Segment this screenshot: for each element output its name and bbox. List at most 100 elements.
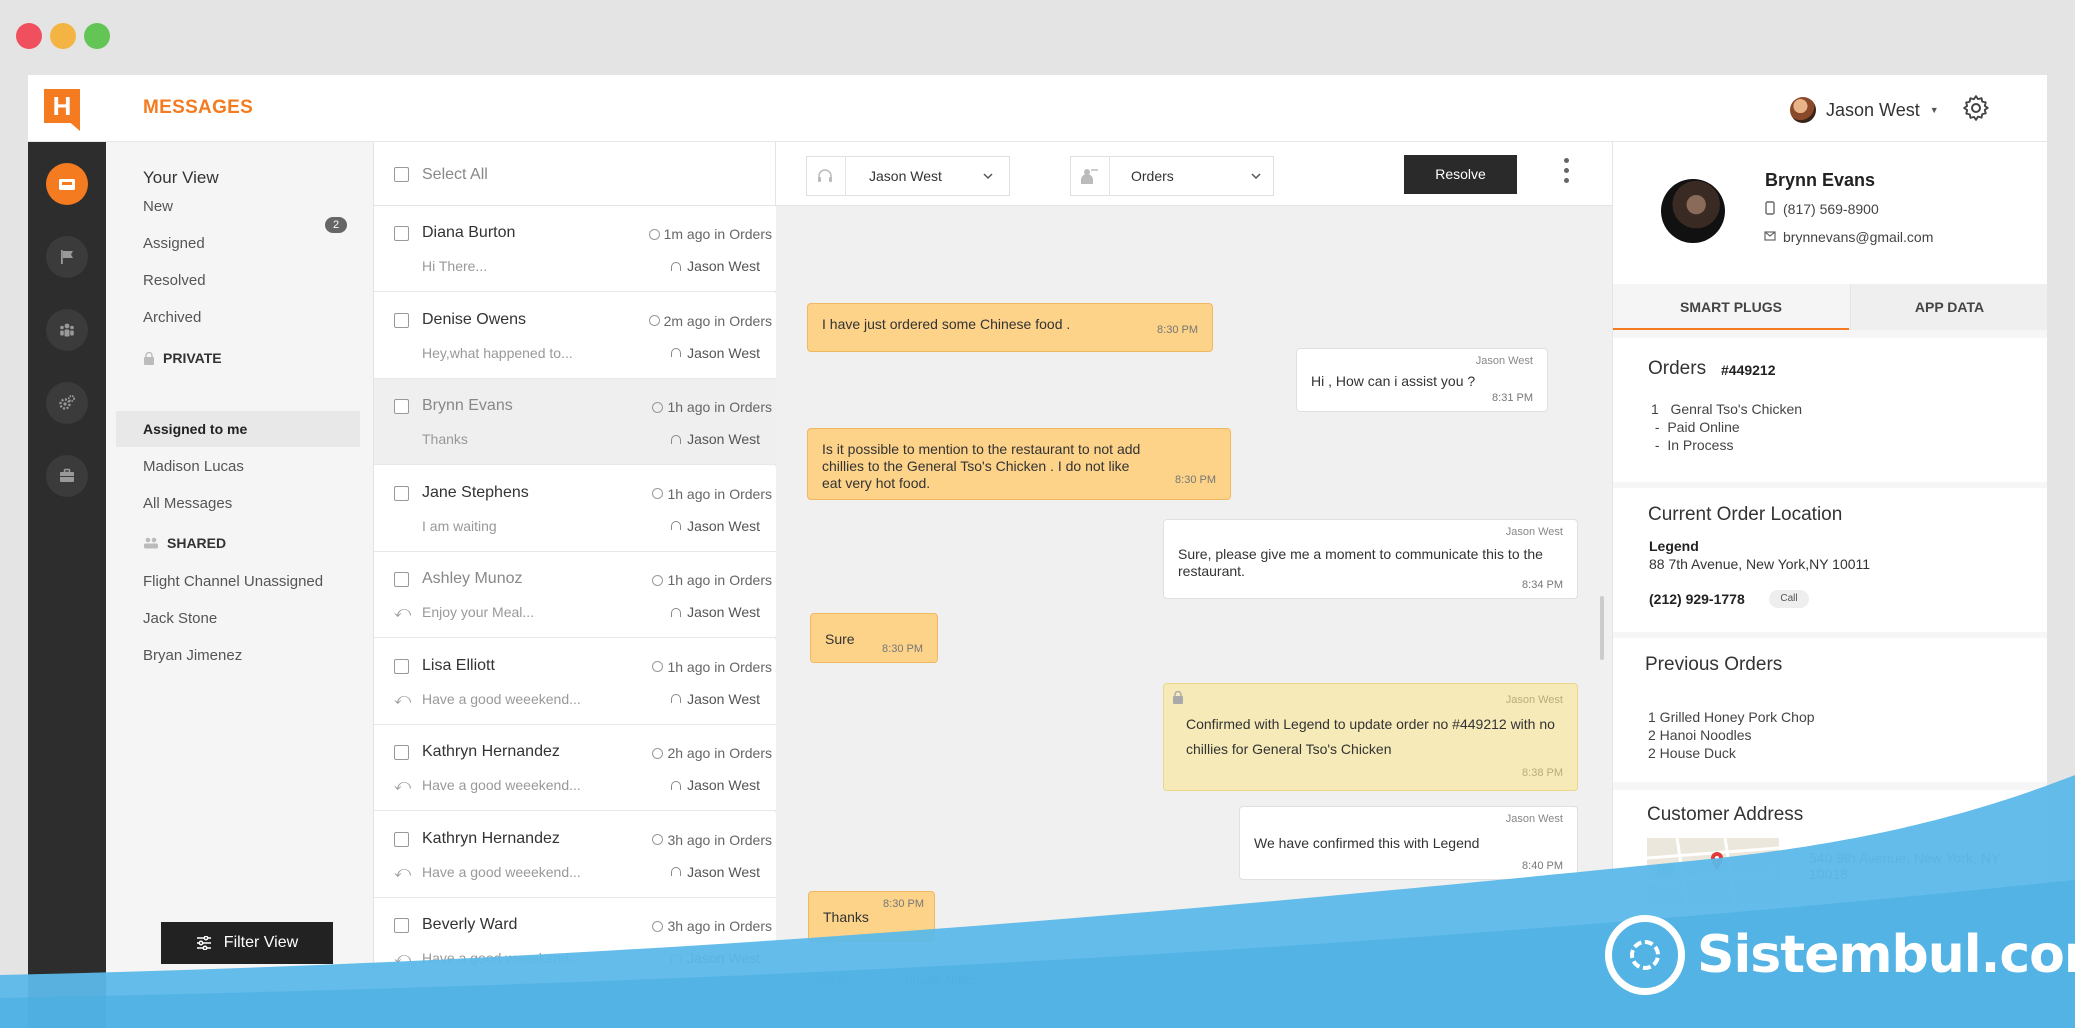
- row-checkbox[interactable]: [394, 745, 409, 760]
- conversation-row[interactable]: Jane Stephens I am waiting 1h ago in Orders J…: [374, 465, 776, 552]
- time-info: 1h ago in Orders: [652, 399, 772, 415]
- select-all-label[interactable]: Select All: [422, 166, 488, 184]
- conversation-row[interactable]: Brynn Evans Thanks 1h ago in Orders Jason Wes…: [374, 379, 776, 465]
- message-author: Jason West: [1475, 355, 1533, 367]
- message-preview: I am waiting: [422, 517, 497, 534]
- row-checkbox[interactable]: [394, 831, 409, 847]
- minimize-dot[interactable]: [50, 23, 76, 49]
- row-checkbox[interactable]: [394, 485, 409, 501]
- headset-icon: [671, 434, 682, 444]
- message-preview: Have a good weeekend...: [422, 690, 581, 707]
- sidebar-item-all-messages[interactable]: All Messages: [143, 495, 232, 512]
- sidebar-item-assigned[interactable]: Assigned: [143, 235, 205, 252]
- conversation-row[interactable]: Ashley Munoz ⤺ Enjoy your Meal... 1h ago in O…: [374, 552, 776, 638]
- message-time: 8:38 PM: [1522, 767, 1563, 779]
- row-checkbox[interactable]: [394, 226, 409, 241]
- lock-icon: [144, 351, 154, 365]
- briefcase-icon[interactable]: [46, 455, 88, 497]
- customer-card: Brynn Evans (817) 569-8900 brynnevans@gm…: [1613, 142, 2047, 284]
- restaurant-address: 88 7th Avenue, New York,NY 10011: [1649, 556, 1871, 572]
- agent-name: Jason West: [687, 258, 760, 274]
- time-ago: 3h ago: [667, 831, 711, 848]
- row-checkbox[interactable]: [394, 918, 409, 933]
- conversation-row[interactable]: Denise Owens Hey,what happened to... 2m ag…: [374, 292, 776, 379]
- tab-smart-plugs[interactable]: SMART PLUGS: [1613, 284, 1849, 330]
- user-name: Jason West: [1826, 99, 1920, 120]
- maximize-dot[interactable]: [84, 23, 110, 49]
- clock-icon: [652, 747, 664, 759]
- team-icon[interactable]: [46, 309, 88, 351]
- in-label: in: [714, 485, 726, 502]
- sidebar-item-flight-channel[interactable]: Flight Channel Unassigned: [143, 573, 323, 590]
- message-text: Sure: [825, 631, 855, 647]
- row-checkbox[interactable]: [394, 658, 409, 674]
- call-button[interactable]: Call: [1769, 590, 1809, 608]
- clock-icon: [652, 920, 664, 932]
- resolve-button[interactable]: Resolve: [1404, 155, 1517, 194]
- conversation-row[interactable]: Lisa Elliott ⤺ Have a good weeekend... 1h a…: [374, 638, 776, 725]
- private-label: PRIVATE: [163, 350, 222, 366]
- order-location-card: Current Order Location Legend 88 7th Ave…: [1613, 488, 2047, 632]
- inbox-icon[interactable]: [46, 163, 88, 205]
- order-line: - Paid Online: [1651, 419, 1740, 435]
- close-dot[interactable]: [16, 23, 42, 49]
- channel-select[interactable]: Orders: [1070, 156, 1274, 196]
- time-ago: 2m ago: [663, 312, 711, 329]
- icon-nav: [28, 142, 106, 1028]
- assigned-agent: Jason West: [671, 345, 760, 361]
- chevron-down-icon: [1251, 173, 1261, 180]
- gear-icon[interactable]: [1961, 93, 1991, 123]
- sidebar-item-bryan-jimenez[interactable]: Bryan Jimenez: [143, 647, 242, 664]
- clock-icon: [652, 488, 664, 499]
- message-agent: Jason West Hi , How can i assist you ? 8…: [1296, 348, 1548, 412]
- contact-name: Ashley Munoz: [422, 570, 523, 587]
- filter-view-label: Filter View: [223, 934, 299, 951]
- assigned-agent: Jason West: [671, 604, 760, 620]
- customer-avatar: [1661, 179, 1725, 243]
- message-preview: Enjoy your Meal...: [422, 604, 535, 620]
- filter-view-button[interactable]: Filter View: [161, 922, 333, 964]
- more-options-icon[interactable]: [1564, 158, 1570, 188]
- flag-icon[interactable]: [46, 236, 88, 278]
- select-all-checkbox[interactable]: [394, 167, 409, 182]
- channel-name: Orders: [729, 312, 772, 329]
- headset-icon: [671, 953, 682, 963]
- tab-app-data[interactable]: APP DATA: [1850, 284, 2047, 330]
- agent-select[interactable]: Jason West: [806, 156, 1010, 196]
- time-info: 3h ago in Orders: [652, 918, 772, 934]
- headset-icon: [671, 867, 682, 876]
- headset-icon: [671, 348, 682, 357]
- row-checkbox[interactable]: [394, 572, 409, 587]
- previous-order: 1 Grilled Honey Pork Chop: [1648, 709, 1815, 725]
- agent-name: Jason West: [687, 950, 760, 966]
- contact-name: Diana Burton: [422, 224, 516, 241]
- panel-tabs: SMART PLUGS APP DATA: [1613, 284, 2047, 330]
- sidebar-item-madison-lucas[interactable]: Madison Lucas: [143, 458, 244, 475]
- sidebar-item-resolved[interactable]: Resolved: [143, 272, 206, 289]
- contact-name: Jane Stephens: [422, 483, 529, 501]
- conversation-row[interactable]: Diana Burton Hi There... 1m ago in Orders Jas…: [374, 206, 776, 292]
- tab-reply[interactable]: Reply: [816, 973, 847, 987]
- chat-scrollbar[interactable]: [1600, 596, 1604, 660]
- row-checkbox[interactable]: [394, 399, 409, 414]
- conversation-row[interactable]: Beverly Ward ⤺ Have a good weeekend... 3h a…: [374, 898, 776, 984]
- headset-icon: [671, 607, 682, 617]
- sidebar-item-assigned-to-me[interactable]: Assigned to me: [143, 421, 247, 437]
- row-checkbox[interactable]: [394, 312, 409, 328]
- tab-private-notes[interactable]: Private Notes: [905, 973, 977, 987]
- contact-name: Brynn Evans: [422, 397, 513, 414]
- conversation-row[interactable]: Kathryn Hernandez ⤺ Have a good weeekend..…: [374, 725, 776, 811]
- in-label: in: [714, 312, 726, 329]
- sidebar-item-new[interactable]: New: [143, 198, 173, 215]
- message-text: I have just ordered some Chinese food .: [822, 316, 1071, 332]
- conversation-row[interactable]: Kathryn Hernandez ⤺ Have a good weeekend..…: [374, 811, 776, 898]
- brand-text: Sistembul.com: [1697, 925, 2075, 985]
- reply-arrow-icon: ⤺: [394, 604, 412, 621]
- sidebar-item-archived[interactable]: Archived: [143, 309, 201, 326]
- settings-gears-icon[interactable]: [46, 382, 88, 424]
- sidebar-item-jack-stone[interactable]: Jack Stone: [143, 610, 217, 627]
- user-menu[interactable]: Jason West ▼: [1790, 97, 1939, 123]
- time-info: 1h ago in Orders: [652, 659, 772, 675]
- address-map[interactable]: [1647, 838, 1779, 904]
- logo[interactable]: H: [44, 89, 80, 123]
